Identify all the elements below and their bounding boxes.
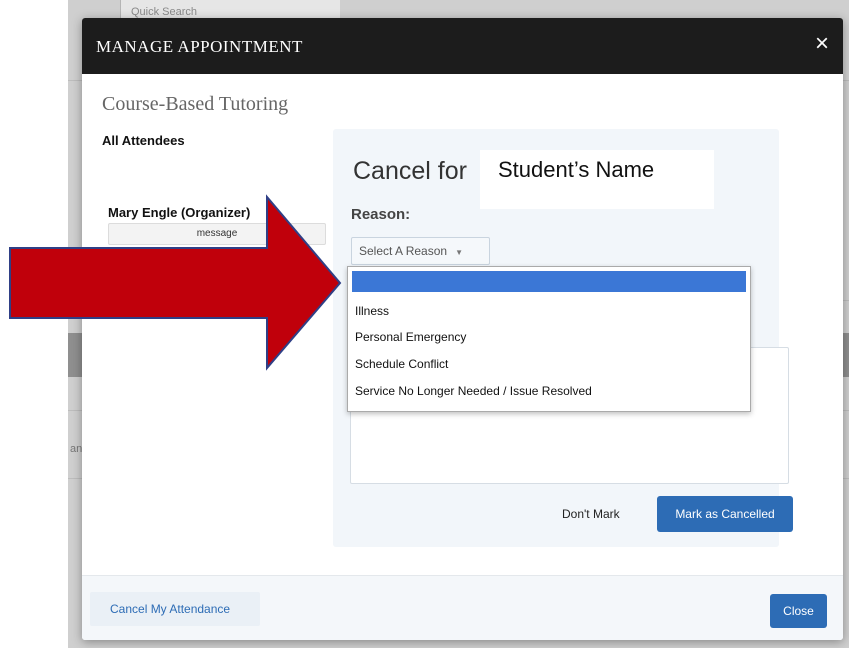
modal-header: MANAGE APPOINTMENT × <box>82 18 843 74</box>
student-name: Student’s Name <box>498 157 655 182</box>
reason-select-value: Select A Reason <box>359 244 448 258</box>
modal-title: MANAGE APPOINTMENT <box>96 37 303 56</box>
caret-down-icon: ▼ <box>455 248 463 257</box>
dropdown-option-blank[interactable] <box>352 271 746 292</box>
close-icon[interactable]: × <box>815 29 829 59</box>
modal-footer: Cancel My Attendance Close <box>82 575 843 640</box>
background-text-fragment: an <box>70 443 83 455</box>
dropdown-option-illness[interactable]: Illness <box>355 304 389 318</box>
reason-dropdown-list: Illness Personal Emergency Schedule Conf… <box>347 266 751 412</box>
attendees-heading: All Attendees <box>102 133 185 148</box>
close-button[interactable]: Close <box>770 594 827 628</box>
red-arrow-icon <box>9 194 342 371</box>
course-title: Course-Based Tutoring <box>102 93 289 115</box>
background-quick-search-label: Quick Search <box>131 6 198 18</box>
dropdown-option-personal-emergency[interactable]: Personal Emergency <box>355 330 466 344</box>
dont-mark-button[interactable]: Don't Mark <box>562 507 620 521</box>
mark-as-cancelled-button[interactable]: Mark as Cancelled <box>657 496 793 532</box>
reason-select[interactable]: Select A Reason ▼ <box>351 237 490 265</box>
screen: Quick Search an MANAGE APPOINTMENT × Cou… <box>0 0 849 648</box>
arrow-shape <box>9 194 342 371</box>
cancel-heading: Cancel for <box>353 157 467 185</box>
dropdown-option-service-no-longer-needed[interactable]: Service No Longer Needed / Issue Resolve… <box>355 384 592 398</box>
cancel-my-attendance-button[interactable]: Cancel My Attendance <box>90 592 260 626</box>
dropdown-option-schedule-conflict[interactable]: Schedule Conflict <box>355 357 448 371</box>
